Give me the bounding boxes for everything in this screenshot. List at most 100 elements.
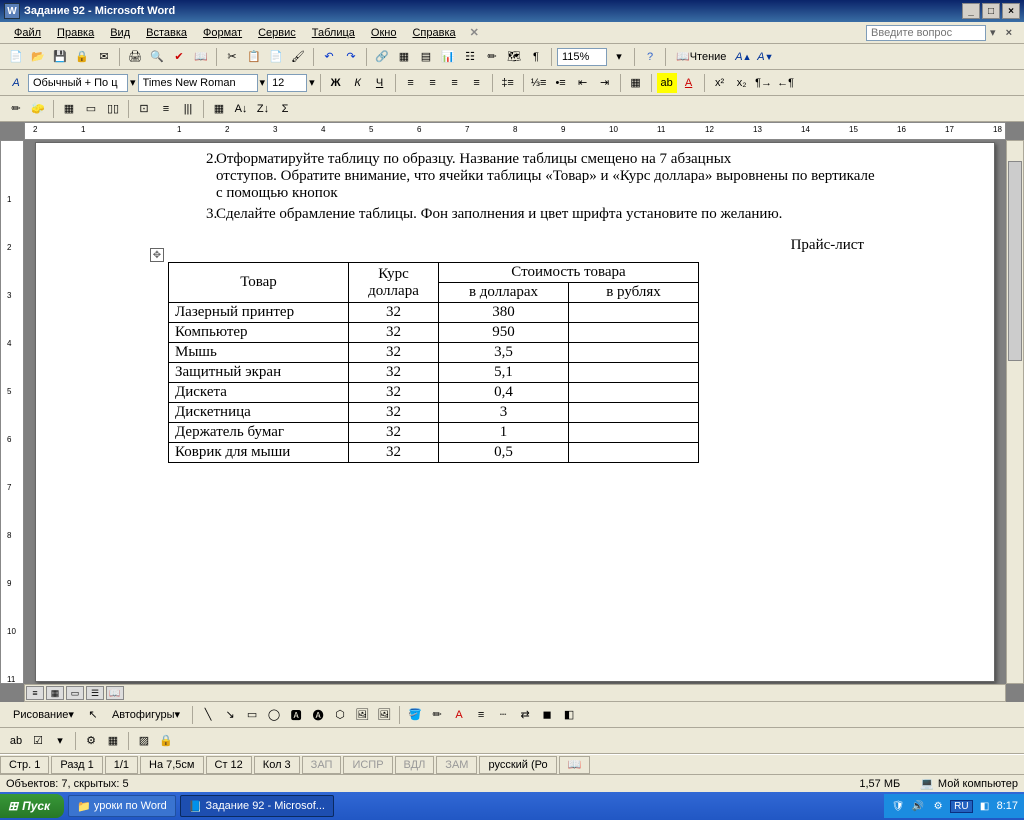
arrow-style-button[interactable]: ⇄ (515, 705, 535, 725)
clock[interactable]: 8:17 (997, 800, 1018, 812)
cut-button[interactable]: ✂ (222, 47, 242, 67)
form-text-button[interactable]: ab (6, 731, 26, 751)
cell-rate[interactable]: 32 (349, 303, 439, 323)
maximize-button[interactable]: □ (982, 3, 1000, 19)
cell-rate[interactable]: 32 (349, 343, 439, 363)
picture-button[interactable]: 🖼 (374, 705, 394, 725)
menu-tools[interactable]: Сервис (250, 25, 304, 41)
table-row[interactable]: Лазерный принтер32380 (169, 303, 699, 323)
select-objects-button[interactable]: ↖ (83, 705, 103, 725)
styles-pane-button[interactable]: A (6, 73, 26, 93)
cell-product[interactable]: Дискета (169, 383, 349, 403)
status-spell-icon[interactable]: 📖 (559, 756, 591, 774)
zoom-dropdown-icon[interactable]: ▾ (609, 47, 629, 67)
cell-rub[interactable] (569, 343, 699, 363)
font-shrink-button[interactable]: A▼ (755, 47, 775, 67)
cell-rub[interactable] (569, 303, 699, 323)
reading-view-button[interactable]: 📖 (106, 686, 124, 700)
save-button[interactable]: 💾 (50, 47, 70, 67)
menu-edit[interactable]: Правка (49, 25, 102, 41)
font-color-draw-button[interactable]: A (449, 705, 469, 725)
form-checkbox-button[interactable]: ☑ (28, 731, 48, 751)
fill-color-button[interactable]: 🪣 (405, 705, 425, 725)
cell-product[interactable]: Компьютер (169, 323, 349, 343)
status-rec[interactable]: ЗАП (302, 756, 342, 774)
status-ext[interactable]: ВДЛ (395, 756, 435, 774)
permissions-button[interactable]: 🔒 (72, 47, 92, 67)
line-color-button[interactable]: ✏ (427, 705, 447, 725)
table-row[interactable]: Дискета320,4 (169, 383, 699, 403)
style-dropdown-icon[interactable]: ▾ (130, 76, 136, 89)
page-viewport[interactable]: 2. Отформатируйте таблицу по образцу. На… (24, 140, 1006, 684)
cell-rate[interactable]: 32 (349, 443, 439, 463)
dash-style-button[interactable]: ┄ (493, 705, 513, 725)
distribute-rows-button[interactable]: ≡ (156, 99, 176, 119)
format-painter-button[interactable]: 🖌 (288, 47, 308, 67)
cell-usd[interactable]: 1 (439, 423, 569, 443)
subscript-button[interactable]: x₂ (732, 73, 752, 93)
help-search[interactable] (866, 25, 986, 41)
form-grid-button[interactable]: ▦ (103, 731, 123, 751)
table-row[interactable]: Компьютер32950 (169, 323, 699, 343)
cell-usd[interactable]: 3,5 (439, 343, 569, 363)
size-dropdown-icon[interactable]: ▾ (309, 76, 315, 89)
undo-button[interactable]: ↶ (319, 47, 339, 67)
close-button[interactable]: × (1002, 3, 1020, 19)
scrollbar-thumb[interactable] (1008, 161, 1022, 361)
sort-asc-button[interactable]: A↓ (231, 99, 251, 119)
merge-cells-button[interactable]: ▭ (81, 99, 101, 119)
split-cells-button[interactable]: ▯▯ (103, 99, 123, 119)
status-trk[interactable]: ИСПР (343, 756, 392, 774)
copy-button[interactable]: 📋 (244, 47, 264, 67)
drawing-toggle[interactable]: ✏ (482, 47, 502, 67)
tray-icon[interactable]: ◧ (977, 798, 993, 814)
cell-rub[interactable] (569, 443, 699, 463)
document-close-button[interactable]: × (1000, 27, 1018, 39)
print-view-button[interactable]: ▭ (66, 686, 84, 700)
autosum-button[interactable]: Σ (275, 99, 295, 119)
cell-product[interactable]: Мышь (169, 343, 349, 363)
price-table[interactable]: Товар Курс доллара Стоимость товара в до… (168, 262, 699, 463)
language-indicator[interactable]: RU (950, 800, 972, 813)
vertical-ruler[interactable]: 1234567891011 (0, 140, 24, 684)
shadow-button[interactable]: ◼ (537, 705, 557, 725)
menu-format[interactable]: Формат (195, 25, 250, 41)
cell-usd[interactable]: 950 (439, 323, 569, 343)
cell-rate[interactable]: 32 (349, 383, 439, 403)
line-button[interactable]: ╲ (198, 705, 218, 725)
font-color-button[interactable]: A (679, 73, 699, 93)
research-button[interactable]: 📖 (191, 47, 211, 67)
taskbar-item-folder[interactable]: 📁 уроки по Word (68, 795, 176, 817)
clipart-button[interactable]: 🖼 (352, 705, 372, 725)
table-row[interactable]: Держатель бумаг321 (169, 423, 699, 443)
ltr-button[interactable]: ¶→ (754, 73, 774, 93)
help-icon[interactable]: ✕ (470, 26, 479, 39)
arrow-button[interactable]: ↘ (220, 705, 240, 725)
horizontal-ruler[interactable]: 21123456789101112131415161718 (24, 122, 1006, 140)
insert-rows-button[interactable]: ▦ (59, 99, 79, 119)
justify-button[interactable]: ≡ (467, 73, 487, 93)
font-select[interactable] (138, 74, 258, 92)
cell-rate[interactable]: 32 (349, 323, 439, 343)
borders-button[interactable]: ▦ (626, 73, 646, 93)
cell-usd[interactable]: 0,4 (439, 383, 569, 403)
cell-product[interactable]: Держатель бумаг (169, 423, 349, 443)
taskbar-item-word[interactable]: 📘 Задание 92 - Microsof... (180, 795, 334, 817)
wordart-button[interactable]: 🅐 (308, 705, 328, 725)
preview-button[interactable]: 🔍 (147, 47, 167, 67)
italic-button[interactable]: К (348, 73, 368, 93)
draw-table-button[interactable]: ✏ (6, 99, 26, 119)
new-button[interactable]: 📄 (6, 47, 26, 67)
help-button[interactable]: ? (640, 47, 660, 67)
minimize-button[interactable]: _ (962, 3, 980, 19)
status-lang[interactable]: русский (Ро (479, 756, 556, 774)
tables-borders-button[interactable]: ▦ (394, 47, 414, 67)
excel-button[interactable]: 📊 (438, 47, 458, 67)
numbering-button[interactable]: ⅓≡ (529, 73, 549, 93)
cell-product[interactable]: Дискетница (169, 403, 349, 423)
vertical-scrollbar[interactable] (1006, 140, 1024, 684)
columns-button[interactable]: ☷ (460, 47, 480, 67)
form-dropdown-button[interactable]: ▾ (50, 731, 70, 751)
menu-help[interactable]: Справка (404, 25, 463, 41)
align-left-button[interactable]: ≡ (401, 73, 421, 93)
